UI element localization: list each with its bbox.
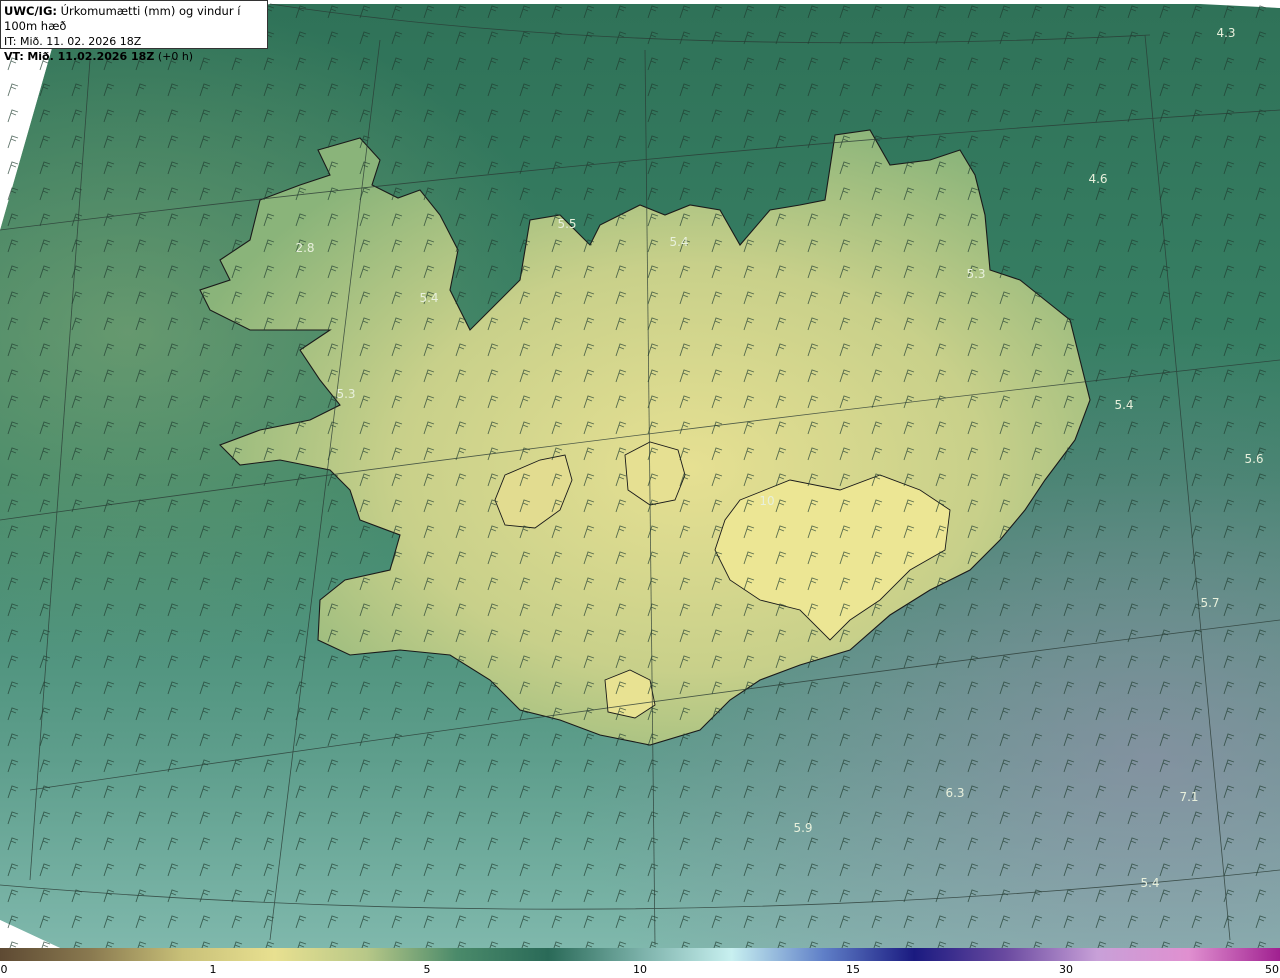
product-code: UWC/IG:: [4, 4, 57, 18]
colorbar-labels: 0 1 5 10 15 30 50: [0, 961, 1280, 978]
map-info-box: UWC/IG: Úrkomumætti (mm) og vindur í 100…: [0, 0, 268, 63]
map-value-label: 5.6: [1244, 452, 1263, 466]
map-value-label: 5.5: [557, 217, 576, 231]
map-value-label: 5.3: [336, 387, 355, 401]
map-value-label: 2.8: [295, 241, 314, 255]
colorbar: [0, 948, 1280, 961]
colorbar-tick-label: 15: [846, 963, 860, 976]
map-value-label: 5.3: [966, 267, 985, 281]
wind-barbs: [0, 0, 1280, 948]
map-value-label: 4.3: [1216, 26, 1235, 40]
valid-time: Mið. 11.02.2026 18Z: [27, 50, 155, 63]
map-value-label: 6.3: [945, 786, 964, 800]
map-value-label: 5.4: [669, 235, 688, 249]
lead-time: (+0 h): [157, 50, 194, 63]
title-line: UWC/IG: Úrkomumætti (mm) og vindur í 100…: [4, 4, 264, 34]
colorbar-tick-label: 10: [633, 963, 647, 976]
valid-prefix: VT:: [4, 50, 24, 63]
map-value-label: 5.4: [1140, 876, 1159, 890]
map-value-label: 7.1: [1179, 790, 1198, 804]
colorbar-tick-label: 5: [423, 963, 431, 976]
map-value-label: 10: [759, 494, 774, 508]
colorbar-tick-label: 0: [0, 963, 8, 976]
map-value-label: 4.6: [1088, 172, 1107, 186]
map-value-label: 5.9: [793, 821, 812, 835]
issue-time: IT: Mið. 11. 02. 2026 18Z: [4, 35, 142, 48]
colorbar-tick-label: 50: [1265, 963, 1279, 976]
map-value-label: 5.4: [419, 291, 438, 305]
weather-map: 4.3 4.6 2.8 5.5 5.4 5.3 5.4 5.3 5.4 5.6 10 5.7 6.3 7.…: [0, 0, 1280, 948]
colorbar-tick-label: 1: [209, 963, 217, 976]
valid-time-line: VT: Mið. 11.02.2026 18Z (+0 h): [4, 49, 264, 64]
colorbar-tick-label: 30: [1059, 963, 1073, 976]
map-value-label: 5.4: [1114, 398, 1133, 412]
map-value-label: 5.7: [1200, 596, 1219, 610]
